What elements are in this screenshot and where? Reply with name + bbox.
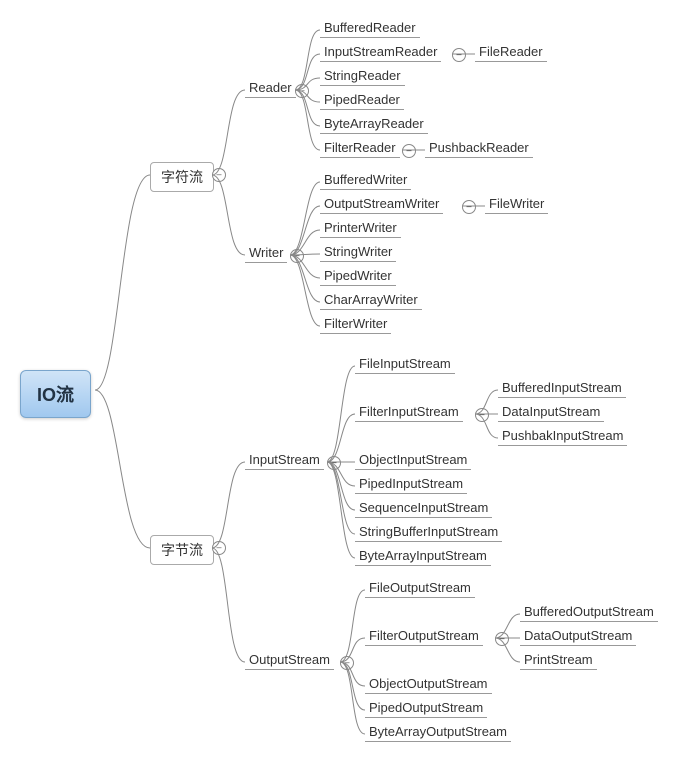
node-pipedoutputstream: PipedOutputStream (365, 700, 487, 718)
node-outputstream[interactable]: OutputStream (245, 652, 334, 670)
collapse-icon[interactable]: – (475, 408, 489, 422)
node-pushbakinputstream: PushbakInputStream (498, 428, 627, 446)
node-inputstream[interactable]: InputStream (245, 452, 324, 470)
node-bytearrayreader: ByteArrayReader (320, 116, 428, 134)
collapse-icon[interactable]: – (402, 144, 416, 158)
node-objectinputstream: ObjectInputStream (355, 452, 471, 470)
node-pipedwriter: PipedWriter (320, 268, 396, 286)
node-filteroutputstream[interactable]: FilterOutputStream (365, 628, 483, 646)
node-dataoutputstream: DataOutputStream (520, 628, 636, 646)
node-stringwriter: StringWriter (320, 244, 396, 262)
root-node[interactable]: IO流 (20, 370, 91, 418)
node-filewriter: FileWriter (485, 196, 548, 214)
node-stringreader: StringReader (320, 68, 405, 86)
node-fileinputstream: FileInputStream (355, 356, 455, 374)
collapse-icon[interactable]: – (462, 200, 476, 214)
collapse-icon[interactable]: – (290, 249, 304, 263)
node-filterwriter: FilterWriter (320, 316, 391, 334)
branch-charstream[interactable]: 字符流 (150, 162, 214, 192)
node-bufferedinputstream: BufferedInputStream (498, 380, 626, 398)
node-pipedinputstream: PipedInputStream (355, 476, 467, 494)
branch-bytestream[interactable]: 字节流 (150, 535, 214, 565)
node-objectoutputstream: ObjectOutputStream (365, 676, 492, 694)
node-filereader: FileReader (475, 44, 547, 62)
node-inputstreamreader[interactable]: InputStreamReader (320, 44, 441, 62)
node-pushbackreader: PushbackReader (425, 140, 533, 158)
node-bytearrayoutputstream: ByteArrayOutputStream (365, 724, 511, 742)
node-sequenceinputstream: SequenceInputStream (355, 500, 492, 518)
collapse-icon[interactable]: – (452, 48, 466, 62)
node-writer[interactable]: Writer (245, 245, 287, 263)
node-bufferedoutputstream: BufferedOutputStream (520, 604, 658, 622)
node-stringbufferinputstream: StringBufferInputStream (355, 524, 502, 542)
node-filterreader[interactable]: FilterReader (320, 140, 400, 158)
node-bufferedreader: BufferedReader (320, 20, 420, 38)
node-filterinputstream[interactable]: FilterInputStream (355, 404, 463, 422)
collapse-icon[interactable]: – (340, 656, 354, 670)
node-outputstreamwriter[interactable]: OutputStreamWriter (320, 196, 443, 214)
node-reader[interactable]: Reader (245, 80, 296, 98)
collapse-icon[interactable]: – (212, 168, 226, 182)
node-fileoutputstream: FileOutputStream (365, 580, 475, 598)
collapse-icon[interactable]: – (495, 632, 509, 646)
collapse-icon[interactable]: – (212, 541, 226, 555)
node-chararraywriter: CharArrayWriter (320, 292, 422, 310)
node-pipedreader: PipedReader (320, 92, 404, 110)
node-bufferedwriter: BufferedWriter (320, 172, 411, 190)
node-datainputstream: DataInputStream (498, 404, 604, 422)
node-printerwriter: PrinterWriter (320, 220, 401, 238)
collapse-icon[interactable]: – (295, 84, 309, 98)
node-printstream: PrintStream (520, 652, 597, 670)
collapse-icon[interactable]: – (327, 456, 341, 470)
node-bytearrayinputstream: ByteArrayInputStream (355, 548, 491, 566)
